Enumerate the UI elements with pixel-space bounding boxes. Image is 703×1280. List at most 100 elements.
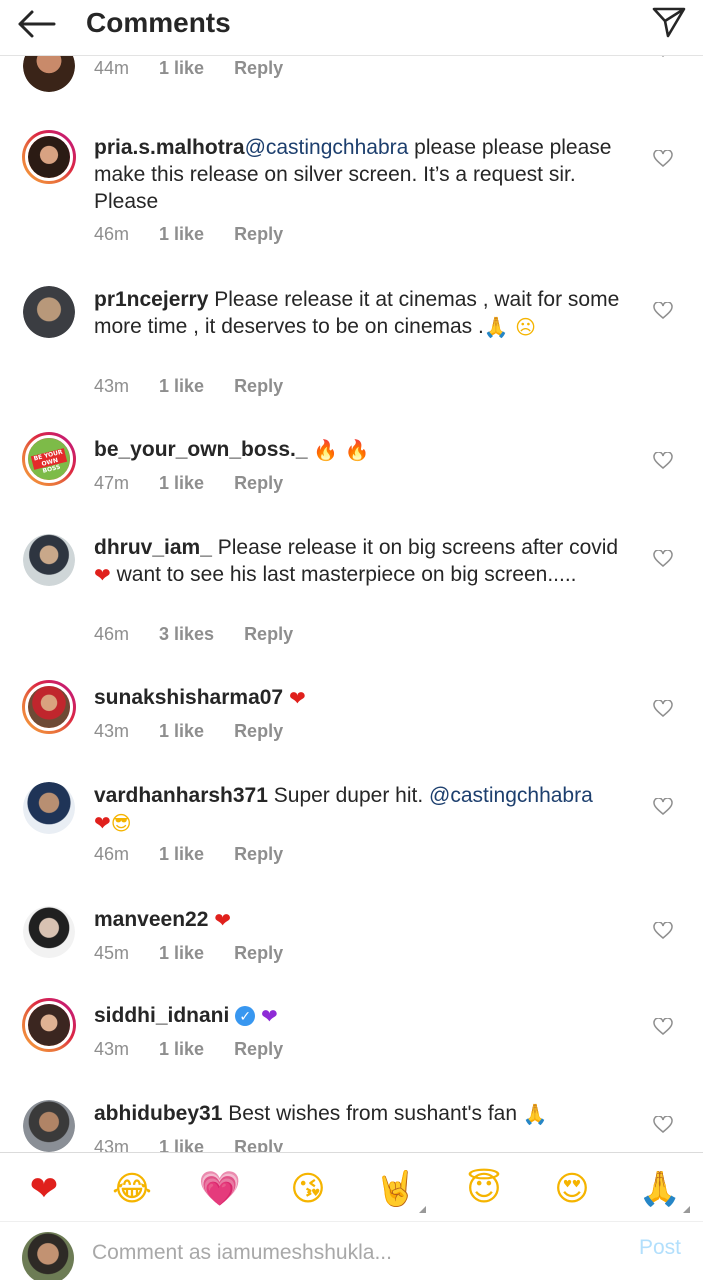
comment-text: manveen22 ❤ (94, 906, 634, 933)
red-heart-emoji-button[interactable]: ❤ (22, 1167, 66, 1211)
avatar[interactable] (23, 1100, 75, 1152)
comment-text: pr1ncejerry Please release it at cinemas… (94, 286, 634, 340)
avatar[interactable] (22, 998, 76, 1052)
smiling-halo-emoji-button[interactable]: 😇 (462, 1167, 506, 1211)
comment-time: 46m (94, 224, 130, 244)
comment-username[interactable]: pr1ncejerry (94, 288, 208, 311)
red-heart-emoji: ❤ (288, 686, 306, 711)
heart-eyes-emoji-button[interactable]: 😍 (550, 1167, 594, 1211)
red-heart-emoji: ❤ (94, 811, 111, 836)
comment-username[interactable]: sunakshisharma07 (94, 686, 283, 709)
likes-count[interactable]: 1 like (159, 224, 204, 245)
reply-button[interactable]: Reply (234, 224, 283, 245)
comment-username[interactable]: be_your_own_boss._ (94, 438, 308, 461)
red-heart-emoji: ❤ (94, 563, 111, 588)
folded-hands-emoji: 🙏 (522, 1102, 548, 1127)
comment-time: 46m (94, 624, 130, 644)
avatar[interactable]: BE YOUR OWN BOSS (22, 432, 76, 486)
comment-time: 43m (94, 1137, 130, 1152)
kiss-emoji-button[interactable]: 😘 (286, 1167, 330, 1211)
page-title: Comments (86, 7, 231, 38)
comment-username[interactable]: dhruv_iam_ (94, 536, 212, 559)
comment-meta: 44m 1 like Reply (94, 58, 313, 79)
like-heart-icon[interactable] (653, 452, 673, 470)
like-heart-icon[interactable] (653, 700, 673, 718)
mention-link[interactable]: @castingchhabra (429, 784, 593, 807)
comment-username[interactable]: siddhi_idnani (94, 1004, 229, 1027)
reply-button[interactable]: Reply (234, 844, 283, 865)
avatar[interactable] (23, 56, 75, 92)
reply-button[interactable]: Reply (234, 943, 283, 964)
comment-body: Please release it on big screens after c… (211, 536, 619, 559)
avatar[interactable] (23, 782, 75, 834)
like-heart-icon[interactable] (653, 56, 673, 58)
avatar[interactable] (22, 680, 76, 734)
comment-username[interactable]: abhidubey31 (94, 1102, 222, 1125)
comment-username[interactable]: pria.s.malhotra (94, 136, 245, 159)
back-arrow-icon[interactable] (14, 6, 58, 42)
reply-button[interactable]: Reply (234, 58, 283, 79)
avatar[interactable] (23, 906, 75, 958)
comment-text: abhidubey31 Best wishes from sushant's f… (94, 1100, 634, 1127)
likes-count[interactable]: 1 like (159, 721, 204, 742)
direct-send-icon[interactable] (651, 4, 687, 40)
sign-of-horns-emoji-button[interactable]: 🤘 (374, 1167, 426, 1213)
comment-meta: 43m 1 like Reply (94, 1039, 313, 1060)
folded-hands-emoji-button[interactable]: 🙏 (638, 1167, 690, 1213)
comment-meta: 43m 1 like Reply (94, 721, 313, 742)
like-heart-icon[interactable] (653, 302, 673, 320)
likes-count[interactable]: 1 like (159, 844, 204, 865)
comment-body: Best wishes from sushant's fan (222, 1102, 523, 1125)
comment-text: vardhanharsh371 Super duper hit. @castin… (94, 782, 634, 836)
avatar[interactable] (23, 534, 75, 586)
current-user-avatar[interactable] (22, 1232, 74, 1280)
comment-body: Super duper hit. (267, 784, 430, 807)
growing-heart-emoji-button[interactable]: 💗 (198, 1167, 242, 1211)
comment-input-bar: Post (0, 1222, 703, 1280)
reply-button[interactable]: Reply (234, 473, 283, 494)
red-heart-emoji: ❤ (214, 908, 232, 933)
comment-text: dhruv_iam_ Please release it on big scre… (94, 534, 634, 588)
reply-button[interactable]: Reply (234, 376, 283, 397)
comment-time: 44m (94, 58, 130, 78)
reply-button[interactable]: Reply (244, 624, 293, 645)
post-button[interactable]: Post (639, 1236, 681, 1260)
tears-of-joy-emoji-button[interactable]: 😂 (110, 1167, 154, 1211)
likes-count[interactable]: 1 like (159, 473, 204, 494)
comment-username[interactable]: manveen22 (94, 908, 208, 931)
reply-button[interactable]: Reply (234, 721, 283, 742)
emoji-quick-bar: ❤ 😂 💗 😘 🤘 😇 😍 🙏 (0, 1152, 703, 1222)
like-heart-icon[interactable] (653, 550, 673, 568)
mention-link[interactable]: @castingchhabra (245, 136, 409, 159)
like-heart-icon[interactable] (653, 150, 673, 168)
comment-input[interactable] (92, 1238, 612, 1268)
comment-list[interactable]: 44m 1 like Reply pria.s.malhotra@casting… (0, 56, 703, 1152)
likes-count[interactable]: 3 likes (159, 624, 214, 645)
likes-count[interactable]: 1 like (159, 1039, 204, 1060)
like-heart-icon[interactable] (653, 1018, 673, 1036)
reply-button[interactable]: Reply (234, 1137, 283, 1152)
comment-body: want to see his last masterpiece on big … (110, 563, 577, 586)
comment-time: 47m (94, 473, 130, 493)
comment-time: 46m (94, 844, 130, 864)
reply-button[interactable]: Reply (234, 1039, 283, 1060)
comment-username[interactable]: vardhanharsh371 (94, 784, 268, 807)
top-bar: Comments (0, 0, 703, 56)
likes-count[interactable]: 1 like (159, 1137, 204, 1152)
likes-count[interactable]: 1 like (159, 376, 204, 397)
like-heart-icon[interactable] (653, 922, 673, 940)
sunglasses-emoji: 😎 (110, 811, 132, 836)
comment-meta: 46m 1 like Reply (94, 844, 313, 865)
purple-heart-emoji: ❤ (261, 1004, 278, 1029)
avatar[interactable] (22, 130, 76, 184)
likes-count[interactable]: 1 like (159, 943, 204, 964)
comment-time: 43m (94, 721, 130, 741)
comment-text: pria.s.malhotra@castingchhabra please pl… (94, 134, 634, 215)
avatar[interactable] (23, 286, 75, 338)
like-heart-icon[interactable] (653, 1116, 673, 1134)
comment-text: sunakshisharma07 ❤ (94, 684, 634, 711)
comment-time: 43m (94, 1039, 130, 1059)
likes-count[interactable]: 1 like (159, 58, 204, 79)
comment-time: 45m (94, 943, 130, 963)
like-heart-icon[interactable] (653, 798, 673, 816)
